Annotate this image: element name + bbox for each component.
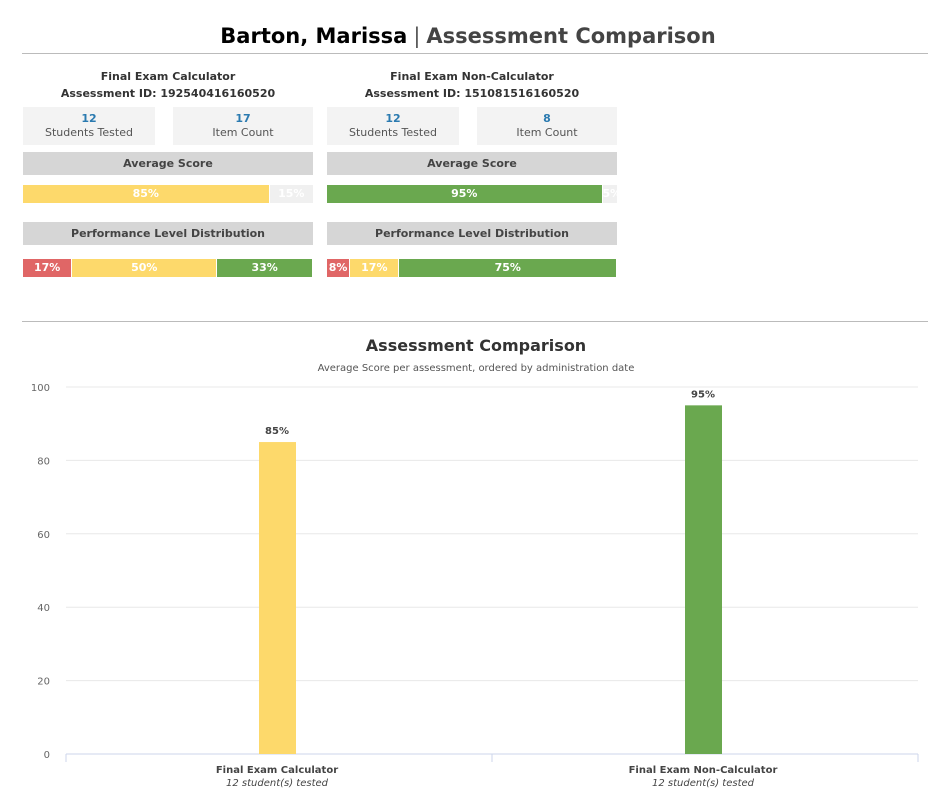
distribution-segment: 17% bbox=[23, 259, 73, 277]
distribution-segment: 33% bbox=[217, 259, 313, 277]
page-header: Barton, Marissa | Assessment Comparison bbox=[0, 24, 936, 48]
chart-subtitle: Average Score per assessment, ordered by… bbox=[317, 363, 635, 374]
average-score-fill: 85% bbox=[23, 185, 270, 203]
y-tick-label: 60 bbox=[37, 530, 50, 541]
y-tick-label: 40 bbox=[37, 603, 50, 614]
distribution-bar: 17% 50% 33% bbox=[23, 259, 313, 277]
chart-title: Assessment Comparison bbox=[365, 336, 587, 355]
average-score-remainder: 15% bbox=[269, 185, 313, 203]
students-tested-value: 12 bbox=[81, 112, 97, 125]
distribution-segment: 8% bbox=[327, 259, 351, 277]
item-count-stat: 17 Item Count bbox=[173, 107, 313, 145]
average-score-bar: 85% 15% bbox=[23, 185, 313, 203]
average-score-header: Average Score bbox=[327, 152, 617, 175]
category-sublabel: 12 student(s) tested bbox=[652, 778, 755, 789]
y-tick-label: 100 bbox=[31, 383, 50, 394]
assessment-name: Final Exam Non-Calculator bbox=[390, 70, 554, 83]
bar bbox=[259, 442, 296, 754]
average-score-fill: 95% bbox=[327, 185, 603, 203]
page-title: Assessment Comparison bbox=[426, 24, 716, 48]
category-sublabel: 12 student(s) tested bbox=[226, 778, 329, 789]
assessment-id: Assessment ID: 151081516160520 bbox=[364, 87, 580, 100]
item-count-label: Item Count bbox=[516, 126, 578, 139]
students-tested-label: Students Tested bbox=[45, 126, 133, 139]
average-score-bar: 95% 5% bbox=[327, 185, 617, 203]
distribution-header: Performance Level Distribution bbox=[327, 222, 617, 245]
y-tick-label: 0 bbox=[44, 750, 50, 761]
assessment-card: Final Exam Non-Calculator Assessment ID:… bbox=[327, 68, 617, 277]
section-divider bbox=[22, 321, 928, 322]
distribution-segment: 17% bbox=[350, 259, 400, 277]
item-count-value: 8 bbox=[543, 112, 551, 125]
y-tick-label: 20 bbox=[37, 677, 50, 688]
assessment-card: Final Exam Calculator Assessment ID: 192… bbox=[23, 68, 313, 277]
distribution-segment: 75% bbox=[399, 259, 617, 277]
students-tested-label: Students Tested bbox=[349, 126, 437, 139]
assessment-id: Assessment ID: 192540416160520 bbox=[60, 87, 276, 100]
average-score-remainder: 5% bbox=[602, 185, 617, 203]
category-label: Final Exam Calculator bbox=[216, 765, 338, 776]
bar bbox=[685, 405, 722, 754]
data-label: 95% bbox=[691, 389, 715, 400]
distribution-segment: 50% bbox=[72, 259, 218, 277]
category-label: Final Exam Non-Calculator bbox=[629, 765, 778, 776]
average-score-header: Average Score bbox=[23, 152, 313, 175]
students-tested-stat: 12 Students Tested bbox=[23, 107, 155, 145]
title-separator: | bbox=[413, 24, 421, 48]
distribution-header: Performance Level Distribution bbox=[23, 222, 313, 245]
header-divider bbox=[22, 53, 928, 54]
distribution-bar: 8% 17% 75% bbox=[327, 259, 617, 277]
item-count-label: Item Count bbox=[212, 126, 274, 139]
students-tested-stat: 12 Students Tested bbox=[327, 107, 459, 145]
report-page: Barton, Marissa | Assessment Comparison Fi… bbox=[0, 0, 936, 808]
students-tested-value: 12 bbox=[385, 112, 401, 125]
item-count-value: 17 bbox=[235, 112, 251, 125]
assessment-name: Final Exam Calculator bbox=[100, 70, 236, 83]
item-count-stat: 8 Item Count bbox=[477, 107, 617, 145]
data-label: 85% bbox=[265, 426, 289, 437]
y-tick-label: 80 bbox=[37, 456, 50, 467]
student-name: Barton, Marissa bbox=[220, 24, 408, 48]
